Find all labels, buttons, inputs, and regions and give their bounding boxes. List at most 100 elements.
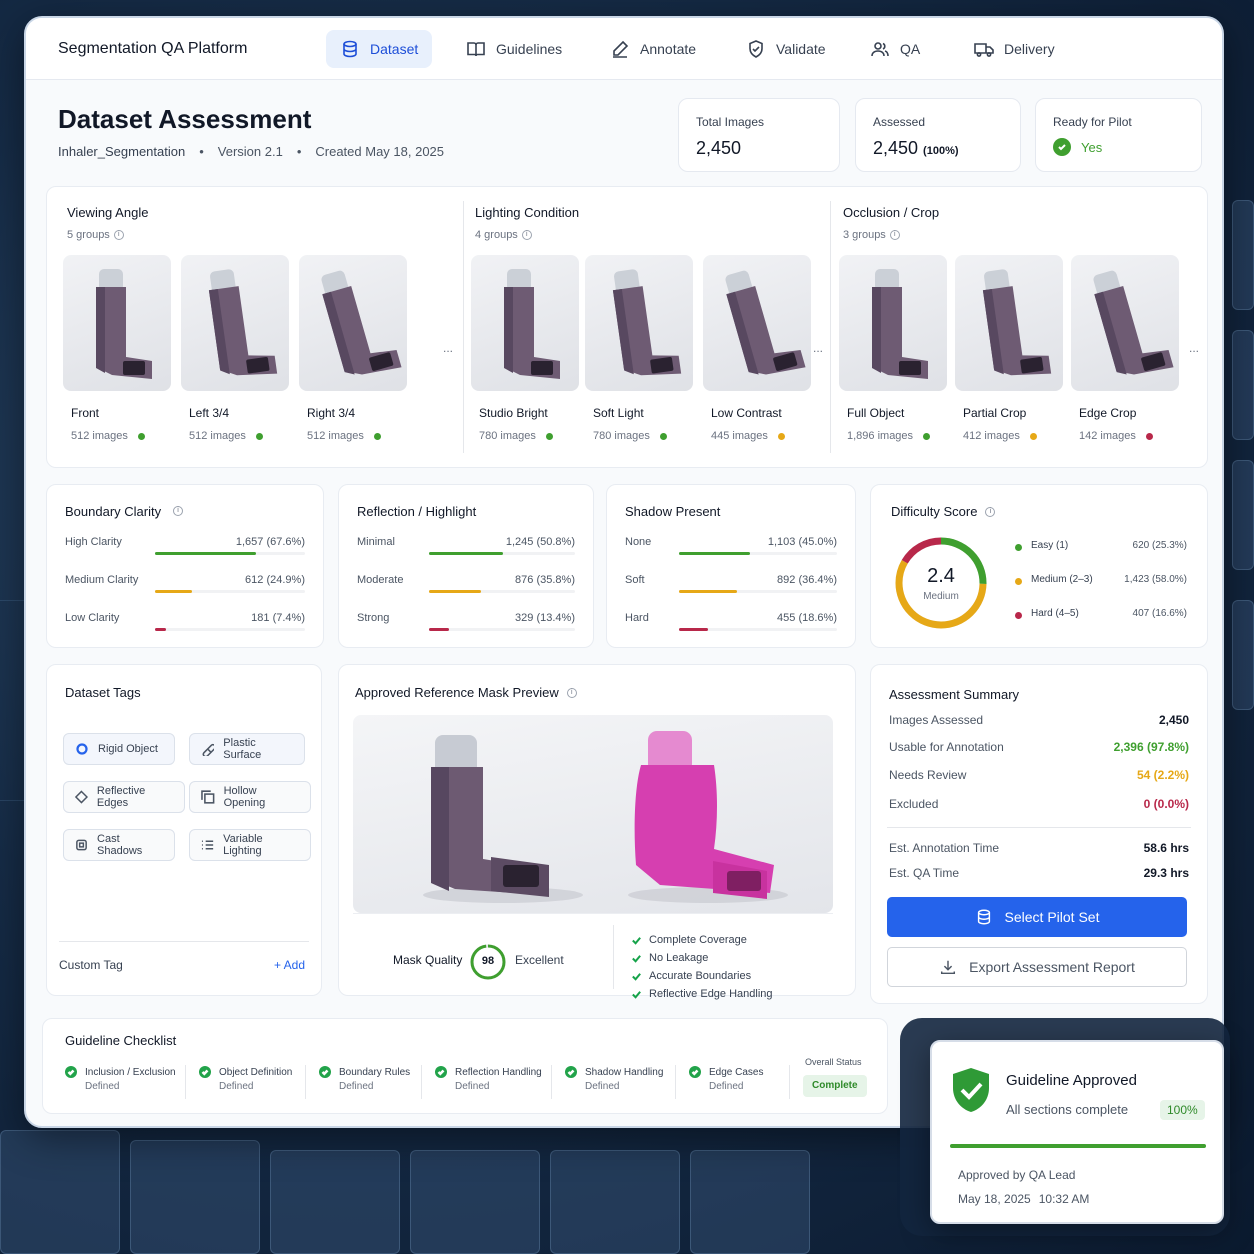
tab-guidelines-label: Guidelines <box>496 41 563 57</box>
shield-check-icon <box>953 1068 989 1112</box>
inhaler-image <box>612 269 682 376</box>
group-title: Viewing Angle <box>67 205 149 220</box>
tab-qa[interactable]: QA <box>856 30 934 68</box>
difficulty-count: 1,423 <box>1124 574 1150 585</box>
metric-bar-fill <box>429 590 482 593</box>
group-thumbnail[interactable] <box>585 255 693 391</box>
inhaler-image <box>321 270 402 375</box>
tab-annotate[interactable]: Annotate <box>596 30 710 68</box>
dataset-meta: Inhaler_Segmentation • Version 2.1 • Cre… <box>58 144 444 159</box>
group-item-name: Edge Crop <box>1079 406 1137 420</box>
info-icon[interactable]: i <box>566 687 577 698</box>
group-thumbnail[interactable] <box>839 255 947 391</box>
tag-label: Cast Shadows <box>97 833 143 857</box>
group-thumbnail[interactable] <box>471 255 579 391</box>
tag-chip[interactable]: Plastic Surface <box>189 733 305 765</box>
inhaler-image <box>208 269 278 376</box>
tag-chip[interactable]: Reflective Edges <box>63 781 185 813</box>
group-item-name: Left 3/4 <box>189 406 230 420</box>
checklist-item: Shadow Handling Defined <box>565 1065 663 1092</box>
group-thumbnail[interactable] <box>63 255 171 391</box>
metric-row: None 1,103 (45.0%) <box>625 536 837 555</box>
tags-title: Dataset Tags <box>65 685 141 700</box>
custom-tag-label: Custom Tag <box>59 958 123 972</box>
group-item-count: 412 images <box>963 430 1037 442</box>
info-icon[interactable]: i <box>113 230 124 240</box>
check-icon <box>632 954 641 963</box>
tab-guidelines[interactable]: Guidelines <box>452 30 576 68</box>
status-dot <box>659 432 667 440</box>
difficulty-legend-label: Easy (1) <box>1031 540 1069 551</box>
summary-row-value: 54 (2.2%) <box>1136 768 1189 782</box>
summary-row-label: Needs Review <box>889 768 967 782</box>
group-item-name: Partial Crop <box>963 406 1027 420</box>
time-row-value: 58.6 hrs <box>1143 841 1189 855</box>
guideline-checklist-card: Guideline Checklist Inclusion / Exclusio… <box>42 1018 888 1114</box>
metric-bar-fill <box>155 628 167 631</box>
tab-validate[interactable]: Validate <box>732 30 840 68</box>
circle-icon <box>76 743 88 755</box>
info-icon[interactable]: i <box>985 506 996 517</box>
checklist-item-name: Object Definition <box>219 1067 293 1078</box>
tag-chip[interactable]: Cast Shadows <box>63 829 175 861</box>
tag-chip[interactable]: Rigid Object <box>63 733 175 765</box>
guideline-approved-card: Guideline Approved All sections complete… <box>930 1040 1224 1224</box>
more-groups-ellipsis[interactable]: ... <box>1189 341 1199 355</box>
checklist-item-status: Defined <box>339 1081 374 1092</box>
tag-chip[interactable]: Hollow Opening <box>189 781 311 813</box>
assessment-summary-card: Assessment Summary Images Assessed 2,450 U… <box>870 664 1208 1004</box>
shield-check-icon <box>749 40 763 58</box>
metric-value-pct: (67.6%) <box>266 536 305 548</box>
metric-value-count: 329 <box>515 612 534 624</box>
tab-dataset[interactable]: Dataset <box>326 30 433 68</box>
info-icon[interactable]: i <box>521 230 532 240</box>
more-groups-ellipsis[interactable]: ... <box>813 341 823 355</box>
add-tag-button[interactable]: + Add <box>274 958 305 972</box>
metric-bar-track <box>155 590 305 593</box>
total-images-value: 2,450 <box>696 138 742 158</box>
checklist-item: Reflection Handling Defined <box>435 1065 542 1092</box>
tag-label: Variable Lighting <box>223 833 263 857</box>
difficulty-level: Medium <box>923 591 959 602</box>
checklist-title: Guideline Checklist <box>65 1033 177 1048</box>
metric-bar-track <box>679 552 837 555</box>
tag-chip[interactable]: Variable Lighting <box>189 829 311 861</box>
tab-delivery[interactable]: Delivery <box>960 30 1069 68</box>
meta-separator: • <box>199 144 204 159</box>
ready-label: Ready for Pilot <box>1053 115 1132 129</box>
group-thumbnail[interactable] <box>703 255 811 391</box>
checklist-item-name: Boundary Rules <box>339 1067 411 1078</box>
metric-row-label: High Clarity <box>65 536 122 548</box>
tag-label: Reflective Edges <box>96 785 146 809</box>
app-window: Segmentation QA Platform Dataset Guideli… <box>24 16 1224 1128</box>
more-groups-ellipsis[interactable]: ... <box>443 341 453 355</box>
legend-dot <box>1015 612 1022 619</box>
metric-row-label: Soft <box>625 574 645 586</box>
inhaler-image <box>982 269 1052 376</box>
checklist-item-name: Inclusion / Exclusion <box>85 1067 176 1078</box>
export-report-button[interactable]: Export Assessment Report <box>887 947 1187 987</box>
select-pilot-set-button[interactable]: Select Pilot Set <box>887 897 1187 937</box>
group-item-name: Soft Light <box>593 406 644 420</box>
metric-bar-fill <box>679 552 751 555</box>
group-thumbnail[interactable] <box>955 255 1063 391</box>
info-icon[interactable]: i <box>889 230 900 240</box>
group-thumbnail[interactable] <box>1071 255 1179 391</box>
assessed-card: Assessed 2,450 (100%) <box>855 98 1021 172</box>
group-item-count-text: 780 images <box>479 430 536 442</box>
checklist-item-name: Reflection Handling <box>455 1067 542 1078</box>
group-thumbnail[interactable] <box>181 255 289 391</box>
metric-value-count: 1,103 <box>767 536 796 548</box>
group-thumbnail[interactable] <box>299 255 407 391</box>
list-icon <box>201 840 214 850</box>
mask-check-item: Complete Coverage <box>631 931 773 949</box>
group-item-count-text: 780 images <box>593 430 650 442</box>
total-images-label: Total Images <box>696 115 765 129</box>
ready-for-pilot-card: Ready for Pilot Yes <box>1035 98 1202 172</box>
group-count-text: 5 groups <box>67 229 110 241</box>
summary-row-label: Images Assessed <box>889 713 984 727</box>
metric-value-pct: (24.9%) <box>266 574 305 586</box>
info-icon[interactable]: i <box>173 506 183 516</box>
checklist-item-status: Defined <box>585 1081 620 1092</box>
metric-row-label: Hard <box>625 612 649 624</box>
